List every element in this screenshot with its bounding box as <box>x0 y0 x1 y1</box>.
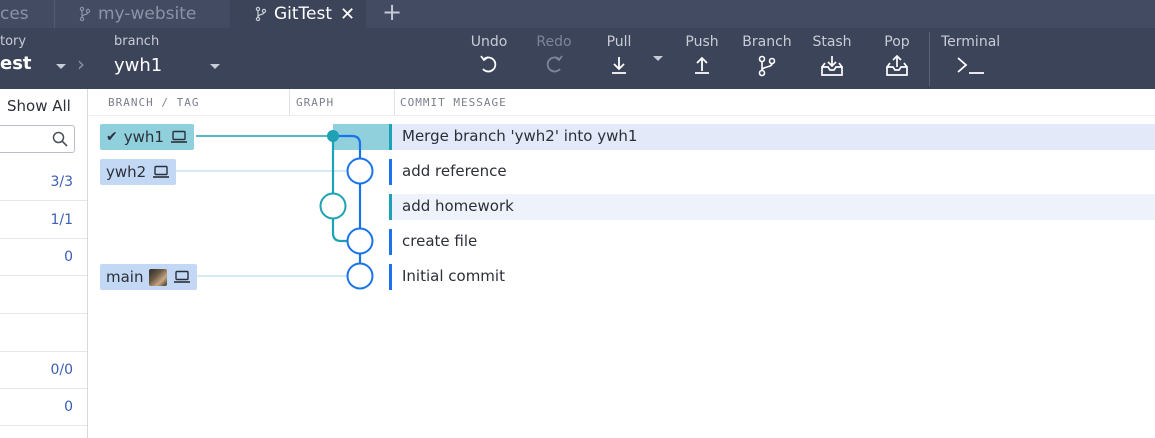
commit-bar <box>389 194 392 220</box>
commit-message[interactable]: Merge branch 'ywh2' into ywh1 <box>402 127 637 145</box>
branch-tag-label: ywh2 <box>106 163 147 181</box>
commit-message[interactable]: Initial commit <box>402 267 505 285</box>
commit-message[interactable]: add reference <box>402 162 507 180</box>
commit-message[interactable]: add homework <box>402 197 514 215</box>
commit-node <box>346 157 374 185</box>
branch-tag-label: ywh1 <box>123 128 164 146</box>
commit-bar <box>389 264 392 290</box>
branch-tag-ywh2[interactable]: ywh2 <box>100 159 177 185</box>
commit-node <box>346 227 374 255</box>
laptop-icon <box>170 130 188 144</box>
laptop-icon <box>173 270 191 284</box>
commit-message[interactable]: create file <box>402 232 477 250</box>
branch-tag-main[interactable]: main <box>100 264 198 290</box>
avatar <box>149 268 168 286</box>
commit-bar <box>389 124 392 150</box>
commit-node <box>346 262 374 290</box>
commit-node-merge <box>327 130 339 142</box>
commit-bar <box>389 159 392 185</box>
check-icon: ✔ <box>106 129 118 145</box>
graph-lane-teal <box>331 219 347 243</box>
commit-bar <box>389 229 392 255</box>
branch-tag-ywh1[interactable]: ✔ ywh1 <box>100 124 194 150</box>
commit-graph <box>174 130 374 290</box>
commit-node <box>319 192 347 220</box>
branch-tag-label: main <box>106 268 144 286</box>
laptop-icon <box>152 165 170 179</box>
